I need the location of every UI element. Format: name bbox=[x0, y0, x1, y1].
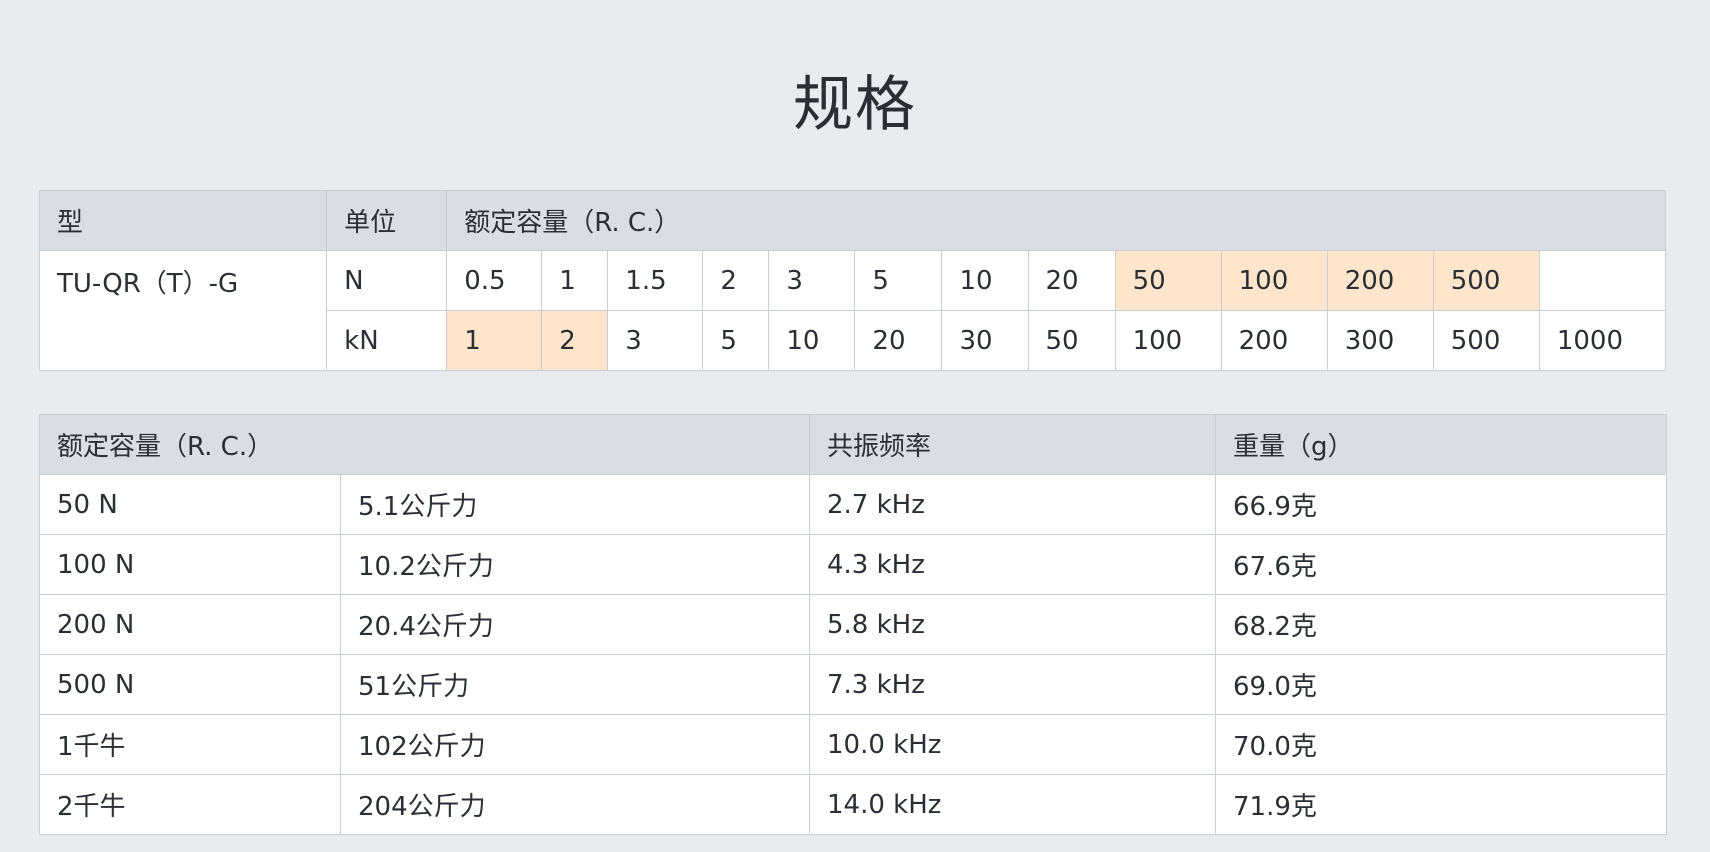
detail-weight-cell: 68.2克 bbox=[1215, 594, 1667, 655]
header-weight: 重量（g） bbox=[1215, 414, 1667, 475]
table-row: 2千牛 204公斤力 14.0 kHz 71.9克 bbox=[39, 774, 1667, 835]
table-row: 100 N 10.2公斤力 4.3 kHz 67.6克 bbox=[39, 534, 1667, 595]
detail-frequency-cell: 10.0 kHz bbox=[809, 714, 1216, 775]
spec-row-n: TU-QR（T）-G N 0.5 1 1.5 2 3 5 10 20 50 100 200 500 bbox=[38, 250, 1667, 371]
detail-kgf-cell: 20.4公斤力 bbox=[340, 594, 810, 655]
detail-capacity-cell: 50 N bbox=[39, 474, 341, 535]
capacity-value: 1 bbox=[446, 310, 543, 371]
detail-kgf-cell: 5.1公斤力 bbox=[340, 474, 810, 535]
spec-table: 型 单位 额定容量（R. C.） TU-QR（T）-G N 0.5 1 1.5 2 3 5… bbox=[38, 190, 1667, 371]
detail-kgf-cell: 10.2公斤力 bbox=[340, 534, 810, 595]
spec-header-row: 型 单位 额定容量（R. C.） bbox=[38, 190, 1666, 251]
capacity-value: 10 bbox=[941, 250, 1029, 311]
capacity-value bbox=[1538, 250, 1667, 311]
detail-capacity-cell: 200 N bbox=[39, 594, 341, 655]
table-row: 500 N 51公斤力 7.3 kHz 69.0克 bbox=[39, 654, 1667, 715]
detail-weight-cell: 71.9克 bbox=[1215, 774, 1667, 835]
detail-kgf-cell: 51公斤力 bbox=[340, 654, 810, 715]
header-type: 型 bbox=[38, 190, 328, 251]
table-row: 200 N 20.4公斤力 5.8 kHz 68.2克 bbox=[39, 594, 1667, 655]
detail-table: 额定容量（R. C.） 共振频率 重量（g） 50 N 5.1公斤力 2.7 kHz… bbox=[39, 414, 1667, 835]
capacity-value: 100 bbox=[1114, 310, 1222, 371]
detail-capacity-cell: 500 N bbox=[39, 654, 341, 715]
capacity-value: 2 bbox=[541, 310, 609, 371]
capacity-value: 300 bbox=[1326, 310, 1434, 371]
detail-capacity-cell: 1千牛 bbox=[39, 714, 341, 775]
header-unit: 单位 bbox=[326, 190, 448, 251]
capacity-value: 200 bbox=[1326, 250, 1434, 311]
header-capacity: 额定容量（R. C.） bbox=[39, 414, 810, 475]
detail-kgf-cell: 102公斤力 bbox=[340, 714, 810, 775]
detail-kgf-cell: 204公斤力 bbox=[340, 774, 810, 835]
capacity-value: 30 bbox=[941, 310, 1029, 371]
detail-weight-cell: 67.6克 bbox=[1215, 534, 1667, 595]
table-row: 1千牛 102公斤力 10.0 kHz 70.0克 bbox=[39, 714, 1667, 775]
capacity-value: 3 bbox=[768, 250, 856, 311]
detail-capacity-cell: 2千牛 bbox=[39, 774, 341, 835]
detail-frequency-cell: 5.8 kHz bbox=[809, 594, 1216, 655]
capacity-value: 500 bbox=[1432, 310, 1540, 371]
capacity-value: 1.5 bbox=[607, 250, 704, 311]
table-row: 50 N 5.1公斤力 2.7 kHz 66.9克 bbox=[39, 474, 1667, 535]
capacity-value: 50 bbox=[1114, 250, 1222, 311]
capacity-value: 0.5 bbox=[446, 250, 543, 311]
header-frequency: 共振频率 bbox=[809, 414, 1216, 475]
header-capacity: 额定容量（R. C.） bbox=[446, 190, 1666, 251]
capacity-value: 100 bbox=[1220, 250, 1328, 311]
capacity-value: 20 bbox=[1027, 250, 1116, 311]
detail-body: 50 N 5.1公斤力 2.7 kHz 66.9克 100 N 10.2公斤力 4.3 kH… bbox=[39, 474, 1667, 835]
capacity-value: 1000 bbox=[1538, 310, 1667, 371]
detail-frequency-cell: 7.3 kHz bbox=[809, 654, 1216, 715]
page-title: 规格 bbox=[793, 70, 917, 140]
capacity-value: 5 bbox=[854, 250, 943, 311]
capacity-value: 5 bbox=[702, 310, 770, 371]
detail-capacity-cell: 100 N bbox=[39, 534, 341, 595]
detail-frequency-cell: 14.0 kHz bbox=[809, 774, 1216, 835]
capacity-value: 20 bbox=[854, 310, 943, 371]
detail-weight-cell: 69.0克 bbox=[1215, 654, 1667, 715]
model-name: TU-QR（T）-G bbox=[38, 250, 328, 371]
unit-cell: kN bbox=[326, 310, 448, 371]
capacity-value: 1 bbox=[541, 250, 609, 311]
capacity-value: 10 bbox=[768, 310, 856, 371]
detail-weight-cell: 66.9克 bbox=[1215, 474, 1667, 535]
capacity-value: 3 bbox=[607, 310, 704, 371]
capacity-value: 2 bbox=[702, 250, 770, 311]
capacity-value: 500 bbox=[1432, 250, 1540, 311]
capacity-value: 200 bbox=[1220, 310, 1328, 371]
detail-header-row: 额定容量（R. C.） 共振频率 重量（g） bbox=[39, 414, 1667, 475]
unit-cell: N bbox=[326, 250, 448, 311]
capacity-value: 50 bbox=[1027, 310, 1116, 371]
detail-weight-cell: 70.0克 bbox=[1215, 714, 1667, 775]
detail-frequency-cell: 2.7 kHz bbox=[809, 474, 1216, 535]
detail-frequency-cell: 4.3 kHz bbox=[809, 534, 1216, 595]
